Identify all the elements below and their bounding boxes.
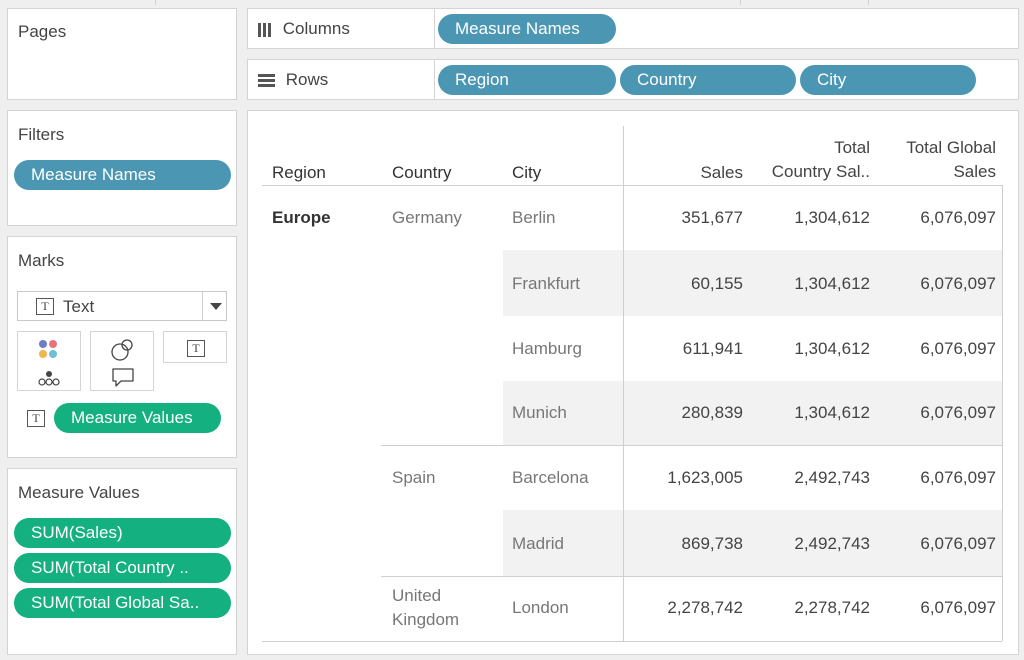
text-encoding-icon: T bbox=[27, 410, 45, 427]
size-icon bbox=[111, 339, 133, 361]
global-sales-cell[interactable]: 6,076,097 bbox=[920, 598, 996, 618]
country-sales-cell[interactable]: 2,492,743 bbox=[794, 534, 870, 554]
columns-label-group: Columns bbox=[258, 19, 350, 39]
sales-cell[interactable]: 351,677 bbox=[682, 208, 743, 228]
color-icon bbox=[39, 340, 57, 358]
filter-pill-measure-names[interactable]: Measure Names bbox=[14, 160, 231, 190]
row-pill-city[interactable]: City bbox=[800, 65, 976, 95]
header-sales[interactable]: Sales bbox=[700, 163, 743, 183]
mark-type-label: Text bbox=[63, 297, 95, 316]
measure-divider bbox=[623, 126, 624, 641]
rows-icon bbox=[258, 72, 275, 89]
global-sales-cell[interactable]: 6,076,097 bbox=[920, 468, 996, 488]
measure-pill-total-global-sales[interactable]: SUM(Total Global Sa.. bbox=[14, 588, 231, 618]
detail-icon bbox=[38, 371, 60, 386]
columns-shelf[interactable]: Columns Measure Names bbox=[247, 8, 1019, 49]
filters-label: Filters bbox=[18, 125, 65, 144]
sales-cell[interactable]: 869,738 bbox=[682, 534, 743, 554]
city-cell[interactable]: Barcelona bbox=[512, 468, 589, 488]
marks-label: Marks bbox=[18, 251, 65, 270]
columns-label: Columns bbox=[282, 19, 350, 38]
view-canvas: Region Country City Sales Total Country … bbox=[247, 110, 1019, 655]
country-divider bbox=[381, 576, 1002, 577]
table-bottom-border bbox=[262, 641, 1002, 642]
sales-cell[interactable]: 1,623,005 bbox=[667, 468, 743, 488]
tooltip-button[interactable] bbox=[90, 361, 154, 391]
global-sales-cell[interactable]: 6,076,097 bbox=[920, 339, 996, 359]
table-right-border bbox=[1002, 185, 1003, 641]
sales-cell[interactable]: 60,155 bbox=[691, 274, 743, 294]
global-sales-cell[interactable]: 6,076,097 bbox=[920, 534, 996, 554]
global-sales-cell[interactable]: 6,076,097 bbox=[920, 403, 996, 423]
country-sales-cell[interactable]: 2,492,743 bbox=[794, 468, 870, 488]
country-spain[interactable]: Spain bbox=[392, 468, 435, 488]
header-divider bbox=[262, 185, 1002, 186]
size-button[interactable] bbox=[90, 331, 154, 363]
city-cell[interactable]: Frankfurt bbox=[512, 274, 580, 294]
city-cell[interactable]: Berlin bbox=[512, 208, 555, 228]
country-sales-cell[interactable]: 1,304,612 bbox=[794, 339, 870, 359]
city-cell[interactable]: Hamburg bbox=[512, 339, 582, 359]
text-mark-icon: T bbox=[36, 298, 54, 315]
country-germany[interactable]: Germany bbox=[392, 208, 462, 228]
country-united-kingdom-line1[interactable]: United bbox=[392, 586, 441, 606]
marks-card: Marks T Text T T Measure Values bbox=[7, 236, 237, 458]
pages-shelf[interactable]: Pages bbox=[7, 8, 237, 100]
rows-divider bbox=[434, 60, 435, 99]
header-total-global-sales-line1[interactable]: Total Global bbox=[906, 138, 996, 158]
country-united-kingdom-line2[interactable]: Kingdom bbox=[392, 610, 459, 630]
city-cell[interactable]: Munich bbox=[512, 403, 567, 423]
chevron-down-icon[interactable] bbox=[210, 303, 222, 310]
country-sales-cell[interactable]: 1,304,612 bbox=[794, 403, 870, 423]
country-sales-cell[interactable]: 1,304,612 bbox=[794, 274, 870, 294]
mark-type-dropdown[interactable]: T Text bbox=[17, 291, 227, 321]
sales-cell[interactable]: 611,941 bbox=[683, 339, 743, 359]
country-divider bbox=[381, 445, 1002, 446]
measure-values-label: Measure Values bbox=[18, 483, 140, 502]
dropdown-divider bbox=[202, 292, 203, 320]
detail-button[interactable] bbox=[17, 361, 81, 391]
tooltip-icon bbox=[112, 368, 134, 387]
row-pill-country[interactable]: Country bbox=[620, 65, 796, 95]
global-sales-cell[interactable]: 6,076,097 bbox=[920, 208, 996, 228]
header-country[interactable]: Country bbox=[392, 163, 452, 183]
sales-cell[interactable]: 2,278,742 bbox=[667, 598, 743, 618]
columns-icon bbox=[258, 19, 273, 38]
global-sales-cell[interactable]: 6,076,097 bbox=[920, 274, 996, 294]
row-pill-region[interactable]: Region bbox=[438, 65, 616, 95]
rows-label: Rows bbox=[285, 70, 329, 89]
rows-label-group: Rows bbox=[258, 70, 328, 90]
measure-pill-total-country-sales[interactable]: SUM(Total Country .. bbox=[14, 553, 231, 583]
measure-pill-sales[interactable]: SUM(Sales) bbox=[14, 518, 231, 548]
header-total-global-sales-line2[interactable]: Sales bbox=[953, 162, 996, 182]
rows-shelf[interactable]: Rows Region Country City bbox=[247, 59, 1019, 100]
column-pill-measure-names[interactable]: Measure Names bbox=[438, 14, 616, 44]
top-strip bbox=[0, 0, 1024, 5]
region-europe[interactable]: Europe bbox=[272, 208, 331, 228]
city-cell[interactable]: London bbox=[512, 598, 569, 618]
header-total-country-sales-line2[interactable]: Country Sal.. bbox=[772, 162, 870, 182]
country-sales-cell[interactable]: 2,278,742 bbox=[794, 598, 870, 618]
filters-shelf[interactable]: Filters Measure Names bbox=[7, 110, 237, 226]
header-region[interactable]: Region bbox=[272, 163, 326, 183]
columns-divider bbox=[434, 9, 435, 48]
measure-values-pill[interactable]: Measure Values bbox=[54, 403, 221, 433]
header-city[interactable]: City bbox=[512, 163, 541, 183]
pages-label: Pages bbox=[18, 22, 67, 41]
sales-cell[interactable]: 280,839 bbox=[682, 403, 743, 423]
header-total-country-sales-line1[interactable]: Total bbox=[834, 138, 870, 158]
label-button[interactable]: T bbox=[163, 331, 227, 363]
color-button[interactable] bbox=[17, 331, 81, 363]
measure-values-shelf[interactable]: Measure Values SUM(Sales) SUM(Total Coun… bbox=[7, 468, 237, 655]
city-cell[interactable]: Madrid bbox=[512, 534, 564, 554]
label-icon: T bbox=[187, 340, 205, 357]
country-sales-cell[interactable]: 1,304,612 bbox=[794, 208, 870, 228]
